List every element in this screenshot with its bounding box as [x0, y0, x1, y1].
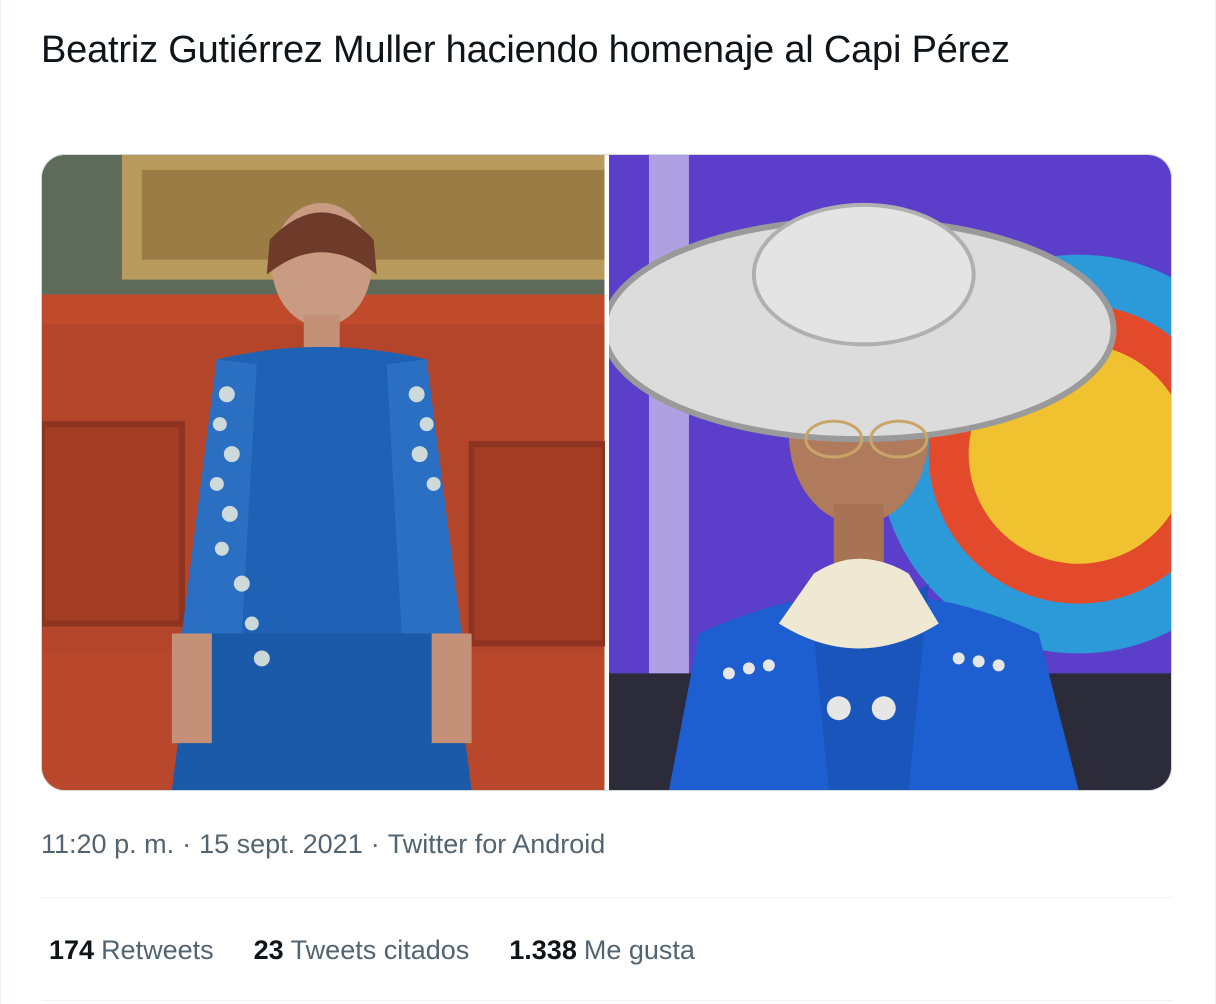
media-photo-right[interactable]: [608, 155, 1171, 790]
tweet-time[interactable]: 11:20 p. m.: [41, 829, 174, 859]
tweet-source[interactable]: Twitter for Android: [388, 829, 606, 859]
likes-label: Me gusta: [583, 935, 695, 965]
retweets-count: 174: [49, 935, 95, 965]
quote-tweets-label: Tweets citados: [290, 935, 470, 965]
retweets-label: Retweets: [101, 935, 214, 965]
likes-count: 1.338: [509, 935, 577, 965]
photo-right-image: [608, 155, 1171, 790]
quote-tweets-stat[interactable]: 23 Tweets citados: [254, 930, 470, 970]
photo-left-image: [42, 155, 605, 790]
divider: [41, 897, 1172, 898]
retweets-stat[interactable]: 174 Retweets: [49, 930, 214, 970]
tweet-meta: 11:20 p. m. · 15 sept. 2021 · Twitter for An…: [41, 826, 605, 862]
meta-separator-2: ·: [370, 829, 380, 859]
meta-separator: ·: [182, 829, 192, 859]
tweet-detail: Beatriz Gutiérrez Muller haciendo homena…: [0, 0, 1216, 1004]
tweet-date[interactable]: 15 sept. 2021: [199, 829, 363, 859]
tweet-stats: 174 Retweets 23 Tweets citados 1.338 Me gus…: [49, 930, 735, 970]
likes-stat[interactable]: 1.338 Me gusta: [509, 930, 695, 970]
media-photo-left[interactable]: [42, 155, 605, 790]
divider-bottom: [41, 1000, 1172, 1001]
quote-tweets-count: 23: [253, 935, 284, 965]
tweet-text: Beatriz Gutiérrez Muller haciendo homena…: [41, 29, 1010, 71]
tweet-media-grid: [41, 154, 1172, 791]
